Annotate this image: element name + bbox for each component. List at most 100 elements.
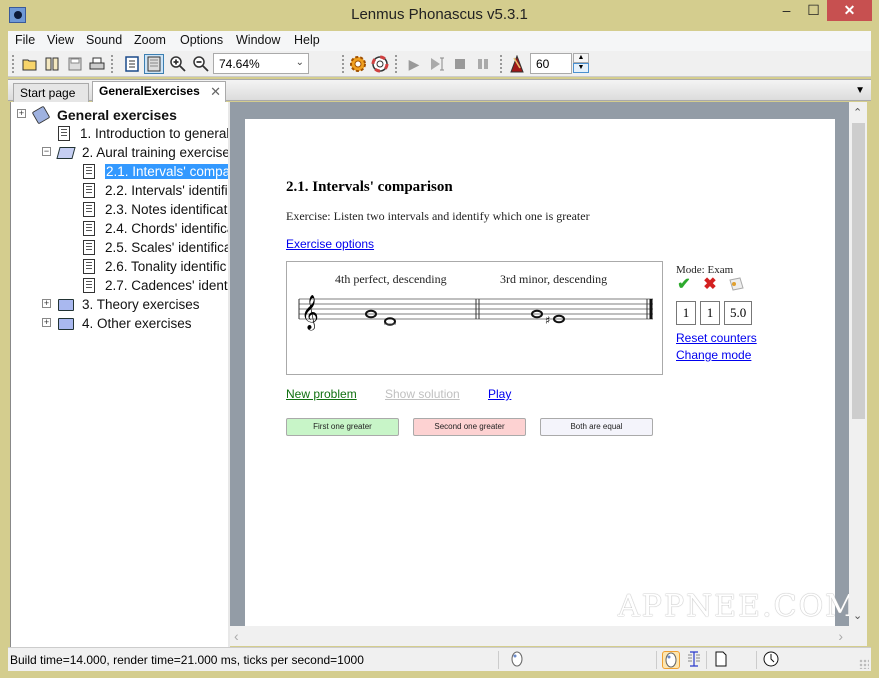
toolbar-grip[interactable] [342,55,345,73]
tree-item-label: 2. Aural training exercise [82,145,228,160]
play-from-cursor-icon[interactable] [427,54,447,74]
tree-item[interactable]: 2.3. Notes identificati [83,200,228,219]
tree-item[interactable]: 2.6. Tonality identific [83,257,226,276]
scroll-thumb[interactable] [852,123,865,419]
horizontal-scrollbar[interactable]: ‹ › [230,626,849,646]
save-icon[interactable] [65,54,85,74]
print-icon[interactable] [87,54,107,74]
tempo-stepper[interactable]: ▲ ▼ [573,53,589,74]
scroll-left-icon[interactable]: ‹ [234,628,239,644]
resize-grip[interactable] [859,659,869,669]
scroll-up-icon[interactable]: ⌃ [853,106,862,119]
tab-start-page[interactable]: Start page [13,83,89,102]
zoom-level-value: 74.64% [219,57,260,71]
menu-sound[interactable]: Sound [86,33,122,47]
exercise-options-link[interactable]: Exercise options [286,237,374,251]
tree-item[interactable]: 2.4. Chords' identifica [83,219,228,238]
scroll-right-icon[interactable]: › [838,628,843,644]
app-window: Lenmus Phonascus v5.3.1 – ☐ ✕ File View … [0,0,879,678]
pause-icon[interactable] [473,54,493,74]
document-page: 2.1. Intervals' comparison Exercise: Lis… [245,119,856,639]
stepper-down-icon[interactable]: ▼ [573,63,589,73]
tab-label: Start page [20,86,76,100]
tree-item[interactable]: 2.1. Intervals' compar [83,162,228,181]
answer-both-equal-button[interactable]: Both are equal [540,418,653,436]
menu-file[interactable]: File [15,33,35,47]
scroll-corner [849,626,867,646]
exercise-tree: + General exercises 1. Introduction to g… [10,102,228,648]
tree-expander[interactable]: − [42,147,51,156]
tree-item-root[interactable]: General exercises [31,105,177,124]
zoom-out-icon[interactable] [191,54,211,74]
tree-item[interactable]: 2.2. Intervals' identific [83,181,228,200]
menu-view[interactable]: View [47,33,74,47]
play-icon[interactable]: ▶ [404,54,424,74]
change-mode-link[interactable]: Change mode [676,348,751,362]
menu-help[interactable]: Help [294,33,320,47]
answer-first-greater-button[interactable]: First one greater [286,418,399,436]
maximize-button[interactable]: ☐ [800,0,827,21]
reset-counters-link[interactable]: Reset counters [676,331,757,345]
stepper-up-icon[interactable]: ▲ [573,53,589,63]
tab-list-dropdown-icon[interactable]: ▼ [855,85,865,96]
help-lifebuoy-icon[interactable] [370,54,390,74]
tree-expander-root[interactable]: + [17,109,26,118]
toolbar-grip[interactable] [12,55,15,73]
page-view-icon[interactable] [122,54,142,74]
text-cursor-icon[interactable] [685,651,703,669]
stop-icon[interactable] [450,54,470,74]
tab-general-exercises[interactable]: GeneralExercises ✕ [92,81,226,102]
counter-icons: ✔ ✖ [676,277,744,293]
answer-second-greater-button[interactable]: Second one greater [413,418,526,436]
show-solution-link[interactable]: Show solution [385,387,460,401]
tree-item-label: 2.2. Intervals' identific [105,183,228,198]
status-separator [656,651,657,669]
tree-item[interactable]: 2.5. Scales' identifica [83,238,228,257]
tree-item-label: 2.7. Cadences' identi [105,278,228,293]
close-tab-icon[interactable]: ✕ [210,84,221,100]
treble-clef-icon: 𝄞 [301,295,319,331]
zoom-in-icon[interactable] [168,54,188,74]
tab-label: GeneralExercises [99,84,200,98]
watermark: APPNEE.COM [618,589,858,624]
clock-icon [762,651,780,669]
menu-options[interactable]: Options [180,33,223,47]
tempo-input[interactable]: 60 [530,53,572,74]
metronome-icon[interactable] [507,54,527,74]
toolbar: 74.64% ⌄ ▶ 60 ▲ ▼ [8,51,871,77]
right-count: 1 [676,301,696,325]
tree-expander[interactable]: + [42,299,51,308]
folder-open-icon [56,146,76,159]
vertical-scrollbar[interactable]: ⌃ ⌄ [849,102,867,626]
tree-item[interactable]: 3. Theory exercises [58,295,200,314]
tree-expander[interactable]: + [42,318,51,327]
tree-item[interactable]: 2.7. Cadences' identi [83,276,228,295]
menu-zoom[interactable]: Zoom [134,33,166,47]
minimize-button[interactable]: – [773,0,800,21]
tree-item[interactable]: 4. Other exercises [58,314,192,333]
zoom-level-select[interactable]: 74.64% ⌄ [213,53,309,74]
toolbar-grip[interactable] [395,55,398,73]
tree-item[interactable]: 2. Aural training exercise [56,143,228,162]
menu-window[interactable]: Window [236,33,280,47]
tree-item[interactable]: 1. Introduction to general [58,124,228,143]
settings-icon[interactable] [348,54,368,74]
page-icon[interactable] [712,651,730,669]
close-button[interactable]: ✕ [827,0,872,21]
document-area: 2.1. Intervals' comparison Exercise: Lis… [230,102,856,639]
page-icon [83,221,95,236]
score-box: 4th perfect, descending 3rd minor, desce… [286,261,663,375]
status-separator [756,651,757,669]
scroll-down-icon[interactable]: ⌄ [853,609,862,622]
mouse-mode-icon[interactable] [662,651,680,669]
toolbar-grip[interactable] [111,55,114,73]
new-problem-link[interactable]: New problem [286,387,357,401]
open-icon[interactable] [20,54,40,74]
counters: 1 1 5.0 [676,301,753,325]
page-view-toggle-icon[interactable] [144,54,164,74]
play-link[interactable]: Play [488,387,511,401]
toolbar-grip[interactable] [500,55,503,73]
exercise-title: 2.1. Intervals' comparison [286,179,453,195]
page-icon [83,259,95,274]
books-icon[interactable] [42,54,62,74]
